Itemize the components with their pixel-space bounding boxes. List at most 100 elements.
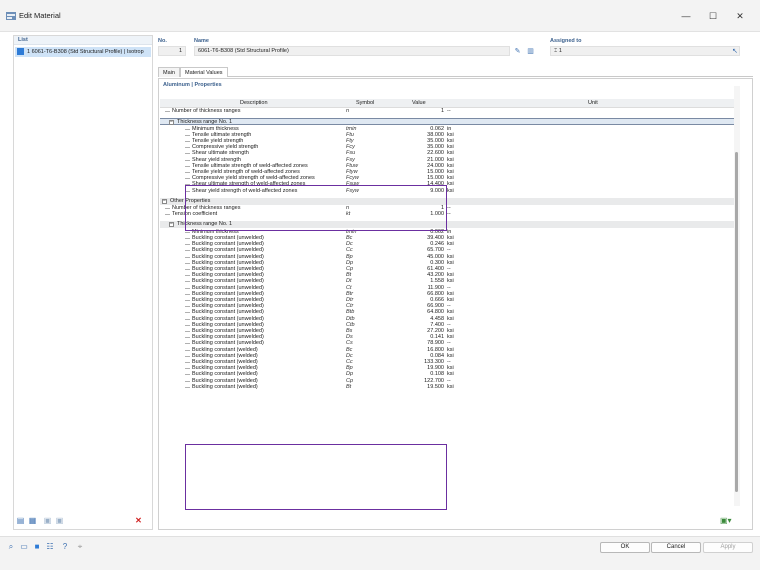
export-icon[interactable]: ▣ xyxy=(55,516,64,525)
cell-value[interactable]: 21.000 xyxy=(380,157,444,163)
table-row[interactable]: Buckling constant (unwelded) Bs 27.200 ksi xyxy=(160,328,740,334)
name-field[interactable]: 6061-T6-B308 (Std Structural Profile) xyxy=(194,46,510,56)
table-row[interactable]: Buckling constant (unwelded) Bp 45.000 ksi xyxy=(160,254,740,260)
cell-value[interactable]: 19.900 xyxy=(380,365,444,371)
cell-value[interactable]: 65.700 xyxy=(380,247,444,253)
table-row[interactable]: Buckling constant (unwelded) Ds 0.141 ksi xyxy=(160,334,740,340)
cell-value[interactable]: 15.000 xyxy=(380,175,444,181)
new-material-icon[interactable]: ▤ xyxy=(16,516,25,525)
cell-value[interactable]: 0.084 xyxy=(380,353,444,359)
table-row[interactable]: Tensile ultimate strength of weld-affect… xyxy=(160,163,740,169)
delete-icon[interactable]: ✕ xyxy=(134,516,143,525)
table-row[interactable]: Compressive yield strength Fcy 35.000 ksi xyxy=(160,144,740,150)
maximize-button[interactable]: ☐ xyxy=(707,10,719,22)
cell-value[interactable]: 15.000 xyxy=(380,169,444,175)
cell-value[interactable]: 4.458 xyxy=(380,316,444,322)
collapse-toggle-icon[interactable]: − xyxy=(162,198,167,204)
table-row[interactable]: Buckling constant (unwelded) Ctb 7.400 -- xyxy=(160,322,740,328)
table-row[interactable]: Buckling constant (welded) Bt 19.500 ksi xyxy=(160,384,740,390)
table-row[interactable]: Buckling constant (unwelded) Dp 0.300 ksi xyxy=(160,260,740,266)
cell-value[interactable]: 43.200 xyxy=(380,272,444,278)
info-icon[interactable]: ⌖ xyxy=(75,542,85,552)
cell-value[interactable]: 38.000 xyxy=(380,132,444,138)
cell-value[interactable]: 19.500 xyxy=(380,384,444,390)
cell-value[interactable]: 1.558 xyxy=(380,278,444,284)
table-row[interactable]: Shear yield strength Fsy 21.000 ksi xyxy=(160,157,740,163)
tab-main[interactable]: Main xyxy=(158,67,180,77)
cancel-button[interactable]: Cancel xyxy=(651,542,701,553)
table-row[interactable]: Buckling constant (unwelded) Dtb 4.458 ksi xyxy=(160,316,740,322)
cell-value[interactable]: 0.246 xyxy=(380,241,444,247)
cell-value[interactable]: 0.666 xyxy=(380,297,444,303)
cell-value[interactable]: 0.300 xyxy=(380,260,444,266)
table-row[interactable]: Compressive yield strength of weld-affec… xyxy=(160,175,740,181)
apply-button[interactable]: Apply xyxy=(703,542,753,553)
vertical-scrollbar[interactable] xyxy=(734,86,740,506)
cell-value[interactable]: 35.000 xyxy=(380,144,444,150)
table-row[interactable]: Buckling constant (unwelded) Btr 66.800 ksi xyxy=(160,291,740,297)
cell-value[interactable]: 0.141 xyxy=(380,334,444,340)
edit-name-icon[interactable]: ✎ xyxy=(513,47,522,56)
collapse-toggle-icon[interactable]: − xyxy=(169,120,174,126)
table-row[interactable]: Buckling constant (unwelded) Btb 64.800 ksi xyxy=(160,309,740,315)
table-row[interactable]: Tensile ultimate strength Ftu 38.000 ksi xyxy=(160,132,740,138)
minimize-button[interactable]: — xyxy=(680,10,692,22)
scroll-thumb[interactable] xyxy=(735,152,738,492)
close-button[interactable]: ✕ xyxy=(734,10,746,22)
cell-value[interactable]: 0.108 xyxy=(380,371,444,377)
table-row[interactable]: Buckling constant (unwelded) Bc 39.400 ksi xyxy=(160,235,740,241)
cell-value[interactable]: 61.400 xyxy=(380,266,444,272)
table-row[interactable]: Tensile yield strength of weld-affected … xyxy=(160,169,740,175)
cell-value[interactable]: 39.400 xyxy=(380,235,444,241)
table-row[interactable]: Buckling constant (unwelded) Cs 78.900 -- xyxy=(160,340,740,346)
help-icon[interactable]: ? xyxy=(60,542,70,552)
color-icon[interactable]: ■ xyxy=(32,542,42,552)
cell-value[interactable]: 24.000 xyxy=(380,163,444,169)
assigned-to-field[interactable]: ⌶ 1 xyxy=(550,46,740,56)
cell-value[interactable]: 22.600 xyxy=(380,150,444,156)
table-row[interactable]: Buckling constant (unwelded) Bt 43.200 ksi xyxy=(160,272,740,278)
cell-value[interactable]: 35.000 xyxy=(380,138,444,144)
table-options-icon[interactable]: ▣▾ xyxy=(720,516,732,525)
cell-value[interactable]: 45.000 xyxy=(380,254,444,260)
table-row[interactable]: Number of thickness ranges n 1 -- xyxy=(160,108,740,114)
table-row[interactable]: Buckling constant (unwelded) Ct 11.900 -- xyxy=(160,285,740,291)
cell-value[interactable]: 0.062 xyxy=(380,126,444,132)
cell-value[interactable]: 66.900 xyxy=(380,303,444,309)
units-icon[interactable]: ▭ xyxy=(19,542,29,552)
copy-material-icon[interactable]: ▦ xyxy=(28,516,37,525)
table-row[interactable]: Buckling constant (welded) Bp 19.900 ksi xyxy=(160,365,740,371)
cell-value[interactable]: 7.400 xyxy=(380,322,444,328)
table-row[interactable]: Buckling constant (unwelded) Dc 0.246 ksi xyxy=(160,241,740,247)
ok-button[interactable]: OK xyxy=(600,542,650,553)
cell-value[interactable]: 133.300 xyxy=(380,359,444,365)
table-row[interactable]: Buckling constant (unwelded) Dt 1.558 ksi xyxy=(160,278,740,284)
table-row[interactable]: Buckling constant (unwelded) Ctr 66.900 -- xyxy=(160,303,740,309)
library-icon[interactable]: ▥ xyxy=(526,47,535,56)
table-row[interactable]: Buckling constant (unwelded) Cp 61.400 -- xyxy=(160,266,740,272)
table-row[interactable]: Buckling constant (welded) Cc 133.300 -- xyxy=(160,359,740,365)
search-icon[interactable]: ⌕ xyxy=(6,542,16,552)
table-row[interactable]: Buckling constant (welded) Cp 122.700 -- xyxy=(160,378,740,384)
table-row[interactable]: Buckling constant (welded) Dp 0.108 ksi xyxy=(160,371,740,377)
table-row[interactable]: Buckling constant (unwelded) Dtr 0.666 ksi xyxy=(160,297,740,303)
table-row[interactable]: Buckling constant (welded) Bc 16.800 ksi xyxy=(160,347,740,353)
cell-value[interactable]: 1 xyxy=(380,108,444,114)
cell-value[interactable]: 11.900 xyxy=(380,285,444,291)
cell-value[interactable]: 122.700 xyxy=(380,378,444,384)
cell-value[interactable]: 27.200 xyxy=(380,328,444,334)
cell-value[interactable]: 64.800 xyxy=(380,309,444,315)
cell-value[interactable]: 66.800 xyxy=(380,291,444,297)
select-members-icon[interactable]: ↖ xyxy=(732,47,738,55)
tree-view-icon[interactable]: ☷ xyxy=(45,542,55,552)
table-row[interactable]: Shear ultimate strength Fsu 22.600 ksi xyxy=(160,150,740,156)
list-item-material-1[interactable]: 1 6061-T6-B308 (Std Structural Profile) … xyxy=(15,47,151,57)
no-field[interactable]: 1 xyxy=(158,46,186,56)
table-row[interactable]: Minimum thickness tmin 0.062 in xyxy=(160,126,740,132)
cell-value[interactable]: 16.800 xyxy=(380,347,444,353)
collapse-toggle-icon[interactable]: − xyxy=(169,222,174,228)
group-row[interactable]: − Thickness range No. 1 xyxy=(160,118,740,126)
table-row[interactable]: Tensile yield strength Fty 35.000 ksi xyxy=(160,138,740,144)
import-icon[interactable]: ▣ xyxy=(43,516,52,525)
cell-value[interactable]: 78.900 xyxy=(380,340,444,346)
